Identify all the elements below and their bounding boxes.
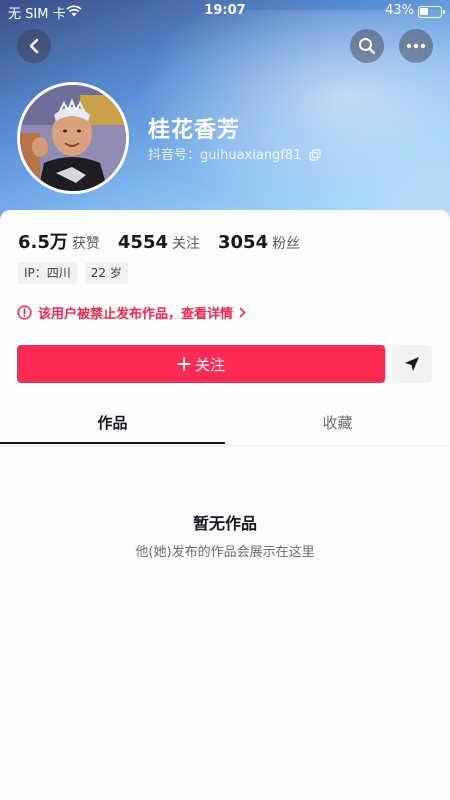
profile-card	[0, 210, 450, 800]
stat-value: 6.5万	[18, 232, 68, 253]
stat-label: 获赞	[71, 236, 100, 252]
clock: 19:07	[204, 3, 246, 18]
stat-followers[interactable]: 3054 粉丝	[218, 232, 300, 253]
search-icon	[359, 38, 376, 55]
stat-label: 粉丝	[272, 236, 301, 252]
plus-icon	[177, 357, 191, 371]
tab-works[interactable]: 作品	[0, 404, 225, 444]
status-bar: 无 SIM 卡 19:07 43%	[0, 0, 450, 24]
stat-following[interactable]: 4554 关注	[118, 232, 200, 253]
follow-button[interactable]: 关注	[17, 345, 385, 383]
empty-state-title: 暂无作品	[192, 514, 257, 533]
content-tabs: 作品 收藏	[0, 404, 450, 446]
profile-stats: 6.5万 获赞 4554 关注 3054 粉丝	[18, 228, 318, 254]
ban-notice-text: 该用户被禁止发布作品，查看详情	[38, 307, 234, 322]
ip-location-tag: IP：四川	[18, 262, 77, 284]
nickname: 桂花香芳	[148, 118, 241, 143]
chevron-left-icon	[29, 38, 39, 54]
active-tab-indicator	[0, 442, 225, 444]
avatar-image	[20, 85, 126, 191]
more-button[interactable]	[399, 29, 433, 63]
send-message-button[interactable]	[392, 345, 432, 383]
stat-value: 3054	[218, 232, 269, 253]
follow-button-label: 关注	[194, 355, 225, 374]
chevron-right-icon	[239, 307, 246, 318]
stat-value: 4554	[117, 232, 168, 253]
more-dots-icon	[406, 43, 426, 49]
tab-favorites[interactable]: 收藏	[225, 404, 450, 444]
paper-plane-icon	[405, 357, 419, 371]
alert-circle-icon	[17, 305, 32, 320]
empty-state-subtitle: 他(她)发布的作品会展示在这里	[135, 545, 315, 560]
ban-notice-link[interactable]: 该用户被禁止发布作品，查看详情	[17, 303, 246, 322]
search-button[interactable]	[350, 29, 384, 63]
account-id: 抖音号：guihuaxiangf81	[148, 148, 302, 163]
battery-percentage: 43%	[385, 3, 414, 18]
stat-likes[interactable]: 6.5万 获赞	[18, 228, 100, 254]
account-id-row: 抖音号：guihuaxiangf81	[148, 144, 321, 163]
age-tag: 22 岁	[84, 262, 128, 284]
back-button[interactable]	[17, 29, 51, 63]
profile-tags: IP：四川 22 岁	[18, 262, 136, 284]
copy-icon[interactable]	[308, 149, 321, 161]
avatar[interactable]	[17, 82, 129, 194]
battery-icon	[418, 6, 445, 18]
stat-label: 关注	[172, 236, 200, 252]
